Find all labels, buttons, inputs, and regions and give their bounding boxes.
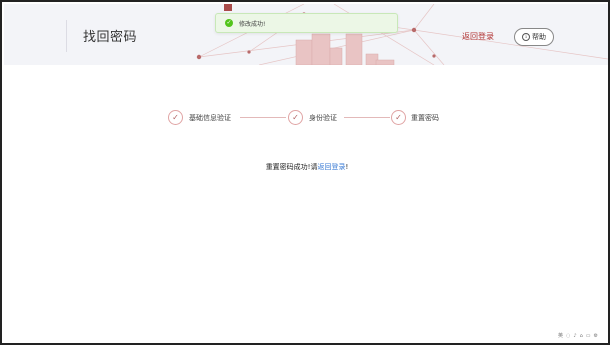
title-divider <box>66 20 67 52</box>
success-toast: ✓ 修改成功! <box>215 13 398 33</box>
window-frame: 找回密码 返回登录 i 帮助 ✓ 修改成功! ✓ 基础信息验证 ✓ 身份验证 ✓… <box>0 0 610 345</box>
system-tray: 英 ◌ ♪ ⌂ ▭ ⚙ <box>558 332 598 340</box>
reset-success-message: 重置密码成功!请返回登录! <box>2 162 610 172</box>
result-back-login-link[interactable]: 返回登录 <box>318 163 346 171</box>
tray-sound-icon[interactable]: ♪ <box>573 333 576 339</box>
step-3-check-icon: ✓ <box>391 110 406 125</box>
tray-window-icon[interactable]: ▭ <box>586 333 591 339</box>
tray-status-icon[interactable]: ◌ <box>566 333 570 339</box>
step-1-check-icon: ✓ <box>168 110 183 125</box>
check-circle-icon: ✓ <box>225 19 233 27</box>
info-icon: i <box>522 33 530 41</box>
step-2-label: 身份验证 <box>309 114 337 122</box>
help-label: 帮助 <box>532 33 546 41</box>
step-2-check-icon: ✓ <box>288 110 303 125</box>
tray-ime-icon[interactable]: 英 <box>558 332 563 339</box>
step-connector-2 <box>344 117 390 118</box>
result-suffix: ! <box>345 163 349 171</box>
tray-settings-icon[interactable]: ⚙ <box>594 333 598 339</box>
tray-home-icon[interactable]: ⌂ <box>580 333 583 339</box>
toast-message: 修改成功! <box>239 20 266 28</box>
step-1-label: 基础信息验证 <box>189 114 231 122</box>
page-title: 找回密码 <box>83 30 138 45</box>
step-connector-1 <box>240 117 286 118</box>
step-3-label: 重置密码 <box>411 114 439 122</box>
help-button[interactable]: i 帮助 <box>514 28 554 46</box>
result-prefix: 重置密码成功!请 <box>265 163 318 171</box>
progress-steps: ✓ 基础信息验证 ✓ 身份验证 ✓ 重置密码 <box>2 108 610 128</box>
back-to-login-link[interactable]: 返回登录 <box>462 31 494 42</box>
